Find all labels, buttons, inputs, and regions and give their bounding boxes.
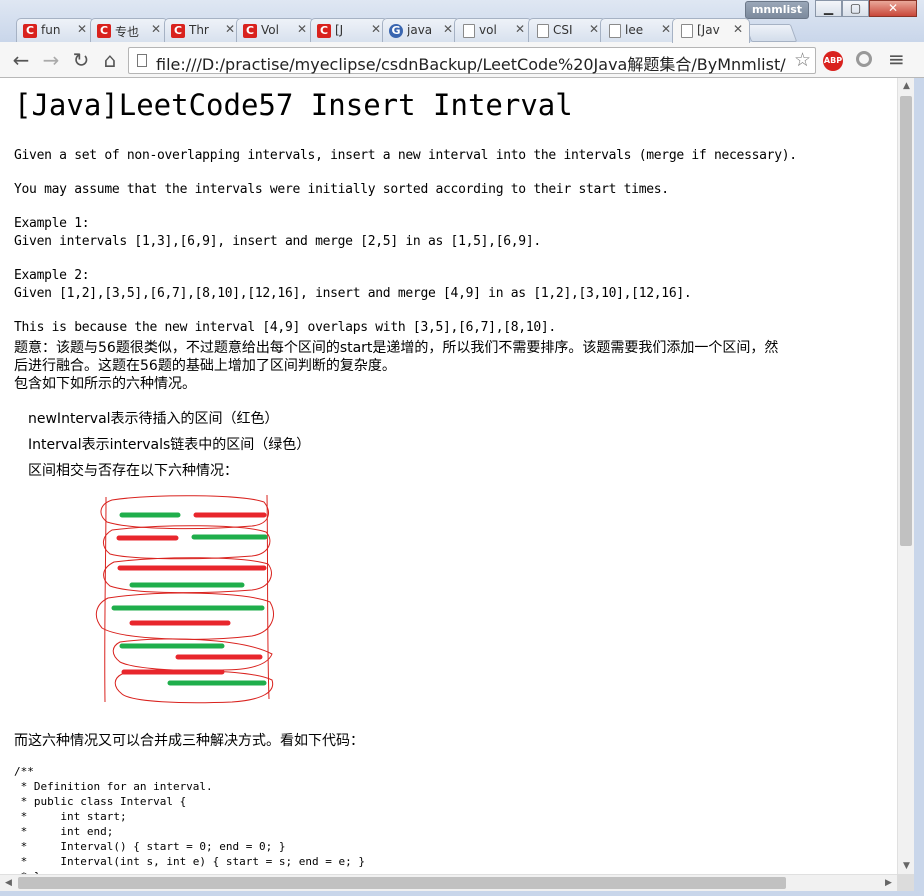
- tab-title: Thr: [189, 23, 209, 37]
- csdn-icon: C: [243, 24, 257, 38]
- maximize-button[interactable]: ▢: [842, 0, 869, 17]
- tab-close-icon[interactable]: ✕: [515, 22, 525, 36]
- tab-strip: mnmlist ▁ ▢ ✕ C fun ✕ C 专也 ✕ C Thr ✕ C V…: [0, 0, 924, 43]
- horizontal-scroll-thumb[interactable]: [18, 877, 786, 889]
- sketch-loop: [95, 592, 274, 640]
- sketch-loop: [100, 495, 269, 530]
- adblock-icon[interactable]: ABP: [823, 51, 843, 71]
- tab-close-icon[interactable]: ✕: [371, 22, 381, 36]
- tab-title: fun: [41, 23, 61, 37]
- menu-icon[interactable]: ≡: [888, 47, 905, 71]
- browser-tab[interactable]: C [J ✕: [310, 18, 388, 42]
- minimize-button[interactable]: ▁: [815, 0, 842, 17]
- scroll-up-arrow-icon[interactable]: ▲: [898, 81, 915, 91]
- browser-tab[interactable]: C Thr ✕: [164, 18, 242, 42]
- window-frame: [914, 78, 924, 896]
- tab-title: java: [407, 23, 433, 37]
- problem-paragraph: This is because the new interval [4,9] o…: [14, 320, 556, 335]
- page-title: [Java]LeetCode57 Insert Interval: [14, 88, 573, 122]
- tab-title: [J: [335, 23, 344, 37]
- home-icon[interactable]: ⌂: [98, 48, 122, 72]
- page-icon: [137, 54, 147, 67]
- close-window-button[interactable]: ✕: [869, 0, 917, 17]
- vertical-scroll-thumb[interactable]: [900, 96, 912, 546]
- problem-paragraph: You may assume that the intervals were i…: [14, 182, 669, 197]
- problem-paragraph: Given a set of non-overlapping intervals…: [14, 148, 797, 163]
- interval-cases-diagram: [95, 494, 274, 704]
- sketch-loop: [114, 670, 274, 704]
- tab-close-icon[interactable]: ✕: [661, 22, 671, 36]
- chinese-explanation: 后进行融合。这题在56题的基础上增加了区间判断的复杂度。: [14, 358, 396, 374]
- example-label: Example 1:: [14, 216, 90, 231]
- csdn-icon: C: [317, 24, 331, 38]
- browser-tab[interactable]: vol ✕: [454, 18, 532, 42]
- back-arrow-icon[interactable]: ←: [9, 48, 33, 72]
- url-text[interactable]: file:///D:/practise/myeclipse/csdnBackup…: [156, 51, 786, 75]
- browser-tab[interactable]: C fun ✕: [16, 18, 94, 42]
- scrollbar-corner: [897, 874, 914, 891]
- extension-ring-icon[interactable]: [856, 51, 872, 67]
- browser-tab-active[interactable]: [Jav ✕: [672, 18, 750, 43]
- bullet-item: 区间相交与否存在以下六种情况：: [28, 463, 238, 479]
- csdn-icon: C: [171, 24, 185, 38]
- forward-arrow-icon[interactable]: →: [39, 48, 63, 72]
- example-label: Example 2:: [14, 268, 90, 283]
- bullet-item: Interval表示intervals链表中的区间（绿色）: [28, 437, 311, 453]
- vertical-scrollbar[interactable]: ▲ ▼: [897, 78, 914, 874]
- sketch-loop: [103, 525, 271, 560]
- horizontal-scrollbar[interactable]: ◀ ▶: [0, 874, 897, 891]
- chinese-explanation: 包含如下如所示的六种情况。: [14, 376, 196, 392]
- browser-tab[interactable]: C 专也 ✕: [90, 18, 168, 42]
- bullet-item: newInterval表示待插入的区间（红色）: [28, 411, 279, 427]
- chinese-explanation: 题意：该题与56题很类似，不过题意给出每个区间的start是递增的，所以我们不需…: [14, 340, 779, 356]
- window-frame: [0, 891, 924, 896]
- document-icon: [609, 24, 621, 38]
- tab-close-icon[interactable]: ✕: [297, 22, 307, 36]
- code-block: /** * Definition for an interval. * publ…: [14, 765, 365, 874]
- tab-title: lee: [625, 23, 644, 37]
- tab-close-icon[interactable]: ✕: [77, 22, 87, 36]
- tab-close-icon[interactable]: ✕: [733, 22, 743, 36]
- bookmark-star-icon[interactable]: ☆: [794, 49, 811, 71]
- csdn-icon: C: [97, 24, 111, 38]
- example-body: Given [1,2],[3,5],[6,7],[8,10],[12,16], …: [14, 286, 692, 301]
- browser-tab[interactable]: C Vol ✕: [236, 18, 314, 42]
- scroll-down-arrow-icon[interactable]: ▼: [898, 861, 915, 871]
- profile-button[interactable]: mnmlist: [745, 1, 809, 19]
- document-icon: [463, 24, 475, 38]
- tab-title: 专也: [115, 25, 140, 39]
- tab-title: Vol: [261, 23, 279, 37]
- browser-toolbar: ← → ↻ ⌂ file:///D:/practise/myeclipse/cs…: [0, 42, 924, 78]
- tab-close-icon[interactable]: ✕: [151, 22, 161, 36]
- tab-close-icon[interactable]: ✕: [225, 22, 235, 36]
- example-body: Given intervals [1,3],[6,9], insert and …: [14, 234, 541, 249]
- document-icon: [537, 24, 549, 38]
- browser-tab[interactable]: G java ✕: [382, 18, 460, 42]
- new-tab-button[interactable]: [744, 24, 798, 42]
- tab-close-icon[interactable]: ✕: [589, 22, 599, 36]
- tab-title: vol: [479, 23, 497, 37]
- chinese-explanation: 而这六种情况又可以合并成三种解决方式。看如下代码：: [14, 733, 364, 749]
- scroll-right-arrow-icon[interactable]: ▶: [880, 878, 897, 888]
- browser-tab[interactable]: lee ✕: [600, 18, 678, 42]
- scroll-left-arrow-icon[interactable]: ◀: [0, 878, 17, 888]
- java-site-icon: G: [389, 24, 403, 38]
- tab-close-icon[interactable]: ✕: [443, 22, 453, 36]
- csdn-icon: C: [23, 24, 37, 38]
- tab-title: CSI: [553, 23, 573, 37]
- page-content: [Java]LeetCode57 Insert Interval Given a…: [0, 78, 897, 874]
- reload-icon[interactable]: ↻: [69, 48, 93, 72]
- address-bar[interactable]: file:///D:/practise/myeclipse/csdnBackup…: [128, 47, 816, 74]
- tab-title: [Jav: [697, 23, 720, 37]
- sketch-boundary-line: [266, 494, 270, 700]
- document-icon: [681, 24, 693, 38]
- browser-tab[interactable]: CSI ✕: [528, 18, 606, 42]
